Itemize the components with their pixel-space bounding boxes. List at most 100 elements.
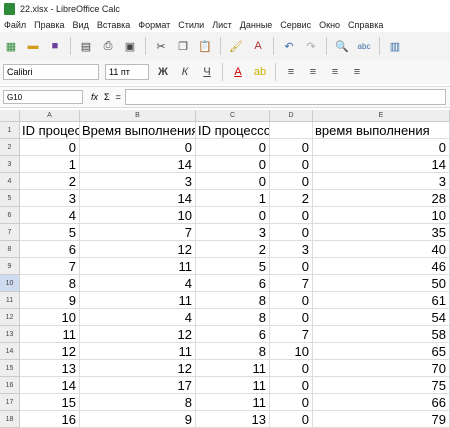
- print-icon[interactable]: ⎙: [99, 37, 117, 55]
- data-cell-d[interactable]: 0: [270, 258, 313, 275]
- data-cell-c[interactable]: 8: [196, 343, 270, 360]
- data-cell-c[interactable]: 8: [196, 309, 270, 326]
- find-replace-icon[interactable]: 🔍: [333, 37, 351, 55]
- data-cell-a[interactable]: 12: [20, 343, 80, 360]
- data-cell-b[interactable]: 0: [80, 139, 196, 156]
- data-cell-a[interactable]: 2: [20, 173, 80, 190]
- print-preview-icon[interactable]: ▣: [121, 37, 139, 55]
- data-cell-c[interactable]: 6: [196, 326, 270, 343]
- data-cell-a[interactable]: 16: [20, 411, 80, 428]
- copy-icon[interactable]: ❐: [174, 37, 192, 55]
- data-cell-e[interactable]: 65: [313, 343, 450, 360]
- row-header[interactable]: 1: [0, 122, 20, 139]
- data-cell-a[interactable]: 10: [20, 309, 80, 326]
- data-cell-b[interactable]: 7: [80, 224, 196, 241]
- align-left-icon[interactable]: ≡: [282, 63, 300, 81]
- data-cell-e[interactable]: 79: [313, 411, 450, 428]
- data-cell-e[interactable]: 70: [313, 360, 450, 377]
- data-cell-d[interactable]: 0: [270, 377, 313, 394]
- data-cell-d[interactable]: 0: [270, 411, 313, 428]
- data-cell-e[interactable]: 46: [313, 258, 450, 275]
- align-center-icon[interactable]: ≡: [304, 63, 322, 81]
- paste-icon[interactable]: 📋: [196, 37, 214, 55]
- data-cell-a[interactable]: 9: [20, 292, 80, 309]
- row-header[interactable]: 2: [0, 139, 20, 156]
- align-right-icon[interactable]: ≡: [326, 63, 344, 81]
- row-header[interactable]: 7: [0, 224, 20, 241]
- row-icon[interactable]: ▥: [386, 37, 404, 55]
- row-header[interactable]: 13: [0, 326, 20, 343]
- data-cell-b[interactable]: 3: [80, 173, 196, 190]
- data-cell-c[interactable]: 0: [196, 173, 270, 190]
- data-cell-a[interactable]: 0: [20, 139, 80, 156]
- data-cell-c[interactable]: 1: [196, 190, 270, 207]
- data-cell-b[interactable]: 4: [80, 275, 196, 292]
- data-cell-e[interactable]: 58: [313, 326, 450, 343]
- data-cell-d[interactable]: 0: [270, 292, 313, 309]
- cut-icon[interactable]: ✂: [152, 37, 170, 55]
- data-cell-d[interactable]: 7: [270, 326, 313, 343]
- row-header[interactable]: 16: [0, 377, 20, 394]
- data-cell-a[interactable]: 11: [20, 326, 80, 343]
- header-cell-c[interactable]: ID процессов A: [196, 122, 270, 139]
- highlight-color-icon[interactable]: ab: [251, 63, 269, 81]
- bold-icon[interactable]: Ж: [154, 63, 172, 81]
- spelling-icon[interactable]: abc: [355, 37, 373, 55]
- row-header[interactable]: 18: [0, 411, 20, 428]
- header-cell-d[interactable]: [270, 122, 313, 139]
- data-cell-c[interactable]: 6: [196, 275, 270, 292]
- menu-format[interactable]: Формат: [134, 20, 174, 30]
- data-cell-d[interactable]: 0: [270, 173, 313, 190]
- data-cell-d[interactable]: 0: [270, 207, 313, 224]
- data-cell-d[interactable]: 0: [270, 394, 313, 411]
- data-cell-a[interactable]: 15: [20, 394, 80, 411]
- function-wizard-icon[interactable]: fx: [91, 92, 98, 102]
- row-header[interactable]: 14: [0, 343, 20, 360]
- data-cell-c[interactable]: 0: [196, 156, 270, 173]
- data-cell-a[interactable]: 5: [20, 224, 80, 241]
- row-header[interactable]: 15: [0, 360, 20, 377]
- data-cell-b[interactable]: 12: [80, 360, 196, 377]
- data-cell-e[interactable]: 0: [313, 139, 450, 156]
- formula-input[interactable]: [124, 89, 446, 105]
- data-cell-a[interactable]: 4: [20, 207, 80, 224]
- data-cell-d[interactable]: 0: [270, 156, 313, 173]
- data-cell-a[interactable]: 6: [20, 241, 80, 258]
- menu-edit[interactable]: Правка: [30, 20, 68, 30]
- data-cell-e[interactable]: 66: [313, 394, 450, 411]
- justify-icon[interactable]: ≡: [348, 63, 366, 81]
- export-pdf-icon[interactable]: ▤: [77, 37, 95, 55]
- font-color-icon[interactable]: A: [229, 63, 247, 81]
- font-name-box[interactable]: Calibri: [3, 64, 99, 80]
- underline-icon[interactable]: Ч: [198, 63, 216, 81]
- select-all-corner[interactable]: [0, 110, 20, 122]
- menu-tools[interactable]: Сервис: [276, 20, 315, 30]
- data-cell-e[interactable]: 14: [313, 156, 450, 173]
- header-cell-e[interactable]: время выполнения: [313, 122, 450, 139]
- data-cell-a[interactable]: 7: [20, 258, 80, 275]
- data-cell-e[interactable]: 10: [313, 207, 450, 224]
- data-cell-b[interactable]: 12: [80, 241, 196, 258]
- save-icon[interactable]: ■: [46, 37, 64, 55]
- row-header[interactable]: 12: [0, 309, 20, 326]
- clear-formatting-icon[interactable]: A: [249, 37, 267, 55]
- data-cell-a[interactable]: 13: [20, 360, 80, 377]
- data-cell-c[interactable]: 8: [196, 292, 270, 309]
- menu-data[interactable]: Данные: [236, 20, 277, 30]
- data-cell-d[interactable]: 0: [270, 139, 313, 156]
- redo-icon[interactable]: ↷: [302, 37, 320, 55]
- header-cell-b[interactable]: Время выполнения: [80, 122, 196, 139]
- data-cell-e[interactable]: 61: [313, 292, 450, 309]
- clone-formatting-icon[interactable]: 🖌: [227, 37, 245, 55]
- open-folder-icon[interactable]: ▬: [24, 37, 42, 55]
- header-cell-a[interactable]: ID процессов: [20, 122, 80, 139]
- data-cell-c[interactable]: 0: [196, 207, 270, 224]
- data-cell-c[interactable]: 5: [196, 258, 270, 275]
- formula-equals-icon[interactable]: =: [116, 92, 121, 102]
- data-cell-e[interactable]: 3: [313, 173, 450, 190]
- data-cell-b[interactable]: 17: [80, 377, 196, 394]
- menu-file[interactable]: Файл: [0, 20, 30, 30]
- row-header[interactable]: 6: [0, 207, 20, 224]
- data-cell-b[interactable]: 8: [80, 394, 196, 411]
- data-cell-b[interactable]: 9: [80, 411, 196, 428]
